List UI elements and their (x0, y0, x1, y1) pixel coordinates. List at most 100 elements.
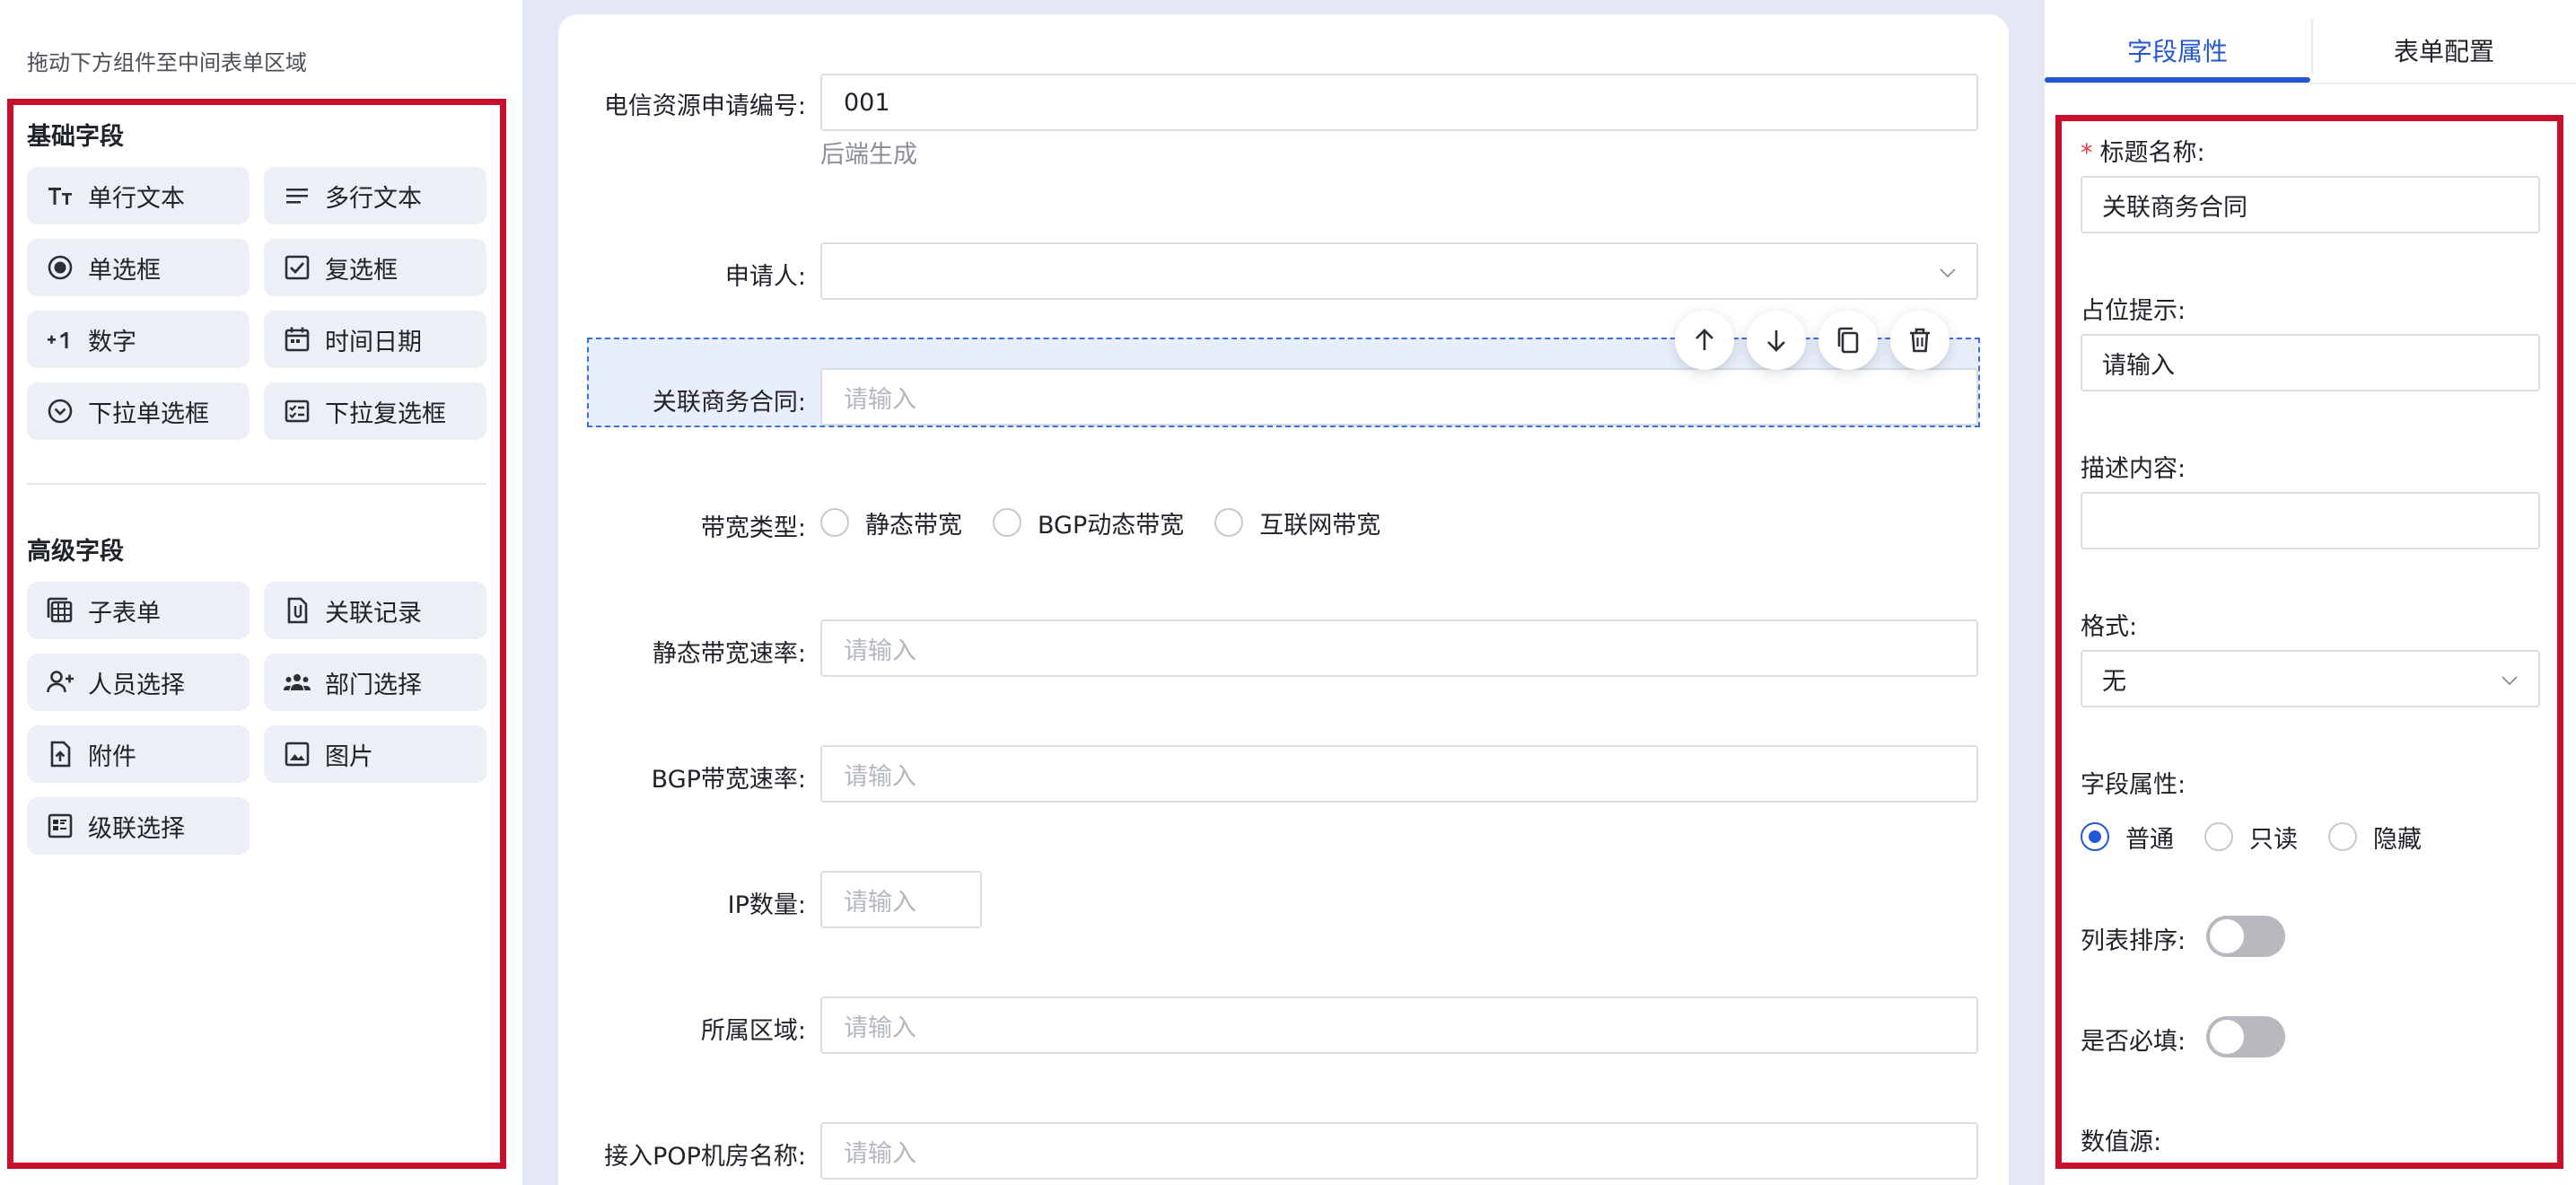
component-checkbox[interactable]: 复选框 (264, 239, 486, 296)
component-linked-record[interactable]: 关联记录 (264, 582, 486, 639)
bgp-rate-input[interactable]: 请输入 (820, 745, 1978, 803)
component-attachment[interactable]: 附件 (27, 725, 250, 783)
chevron-down-icon (1940, 268, 1956, 278)
radio-label: 互联网带宽 (1259, 511, 1381, 540)
component-label: 附件 (88, 742, 136, 771)
component-label: 部门选择 (325, 671, 422, 699)
placeholder-label: 占位提示: (2081, 297, 2186, 325)
region-input[interactable]: 请输入 (820, 996, 1978, 1054)
format-select[interactable]: 无 (2081, 650, 2540, 707)
component-number[interactable]: 数字 (27, 311, 250, 368)
arrow-up-icon (1695, 329, 1713, 350)
lines-icon (282, 180, 312, 211)
dropdown-icon (45, 396, 75, 426)
component-department-select[interactable]: 部门选择 (264, 654, 486, 711)
format-value: 无 (2102, 667, 2126, 696)
radio-circle (2328, 822, 2357, 851)
required-mark: * (2081, 139, 2093, 167)
tab-field-properties[interactable]: 字段属性 (2045, 16, 2310, 84)
pop-room-input[interactable]: 请输入 (820, 1122, 1978, 1180)
field-label-contract: 关联商务合同: (652, 389, 806, 417)
field-label-ip-count: IP数量: (727, 891, 806, 919)
radio-icon (45, 252, 75, 283)
component-label: 时间日期 (325, 328, 422, 356)
palette-divider (27, 483, 486, 485)
basic-section-title: 基础字段 (27, 123, 124, 151)
field-label-bgp-rate: BGP带宽速率: (651, 766, 806, 794)
component-label: 多行文本 (325, 184, 422, 213)
component-label: 数字 (88, 328, 136, 356)
radio-circle-selected (2081, 822, 2109, 851)
checkbox-icon (282, 252, 312, 283)
contract-input[interactable]: 请输入 (820, 368, 1978, 426)
component-multi-line-text[interactable]: 多行文本 (264, 167, 486, 224)
component-single-line-text[interactable]: 单行文本 (27, 167, 250, 224)
radio-circle (820, 508, 849, 537)
data-source-label: 数值源: (2081, 1128, 2162, 1156)
field-attribute-label: 字段属性: (2081, 771, 2186, 799)
description-input[interactable] (2081, 492, 2540, 549)
component-label: 关联记录 (325, 599, 422, 628)
radio-label: 只读 (2249, 825, 2298, 854)
radio-label: 静态带宽 (865, 511, 962, 540)
component-subform[interactable]: 子表单 (27, 582, 250, 639)
linked-record-icon (282, 595, 312, 626)
move-down-button[interactable] (1747, 311, 1806, 370)
app-no-helper: 后端生成 (820, 141, 917, 169)
description-label: 描述内容: (2081, 455, 2186, 483)
radio-option-hidden[interactable]: 隐藏 (2328, 820, 2422, 855)
required-toggle[interactable] (2206, 1016, 2285, 1058)
app-no-input[interactable]: 001 (820, 74, 1978, 131)
upload-file-icon (45, 739, 75, 769)
plus-one-icon (45, 324, 75, 355)
placeholder-input[interactable]: 请输入 (2081, 334, 2540, 391)
properties-highlight-box (2055, 115, 2563, 1169)
delete-icon (1910, 328, 1930, 353)
radio-circle (993, 508, 1021, 537)
radio-option-normal[interactable]: 普通 (2081, 820, 2174, 855)
component-dropdown-multi[interactable]: 下拉复选框 (264, 382, 486, 440)
static-rate-input[interactable]: 请输入 (820, 619, 1978, 677)
field-label-static-rate: 静态带宽速率: (652, 640, 806, 668)
advanced-section-title: 高级字段 (27, 538, 124, 566)
calendar-icon (282, 324, 312, 355)
active-tab-indicator (2045, 77, 2310, 83)
component-radio[interactable]: 单选框 (27, 239, 250, 296)
component-person-select[interactable]: 人员选择 (27, 654, 250, 711)
radio-option-readonly[interactable]: 只读 (2204, 820, 2298, 855)
applicant-select[interactable] (820, 242, 1978, 300)
title-name-input[interactable]: 关联商务合同 (2081, 176, 2540, 233)
radio-label: BGP动态带宽 (1038, 511, 1185, 540)
field-label-applicant: 申请人: (724, 263, 806, 291)
group-icon (282, 667, 312, 698)
text-size-icon (45, 180, 75, 211)
delete-field-button[interactable] (1890, 311, 1950, 370)
radio-circle (1214, 508, 1244, 537)
field-attribute-radio-group: 普通 只读 隐藏 (2081, 819, 2452, 855)
required-label: 是否必填: (2081, 1028, 2186, 1056)
tab-form-config[interactable]: 表单配置 (2312, 16, 2576, 84)
radio-option[interactable]: BGP动态带宽 (993, 505, 1184, 540)
ip-count-input[interactable]: 请输入 (820, 871, 982, 928)
field-label-region: 所属区域: (700, 1017, 806, 1045)
component-dropdown-single[interactable]: 下拉单选框 (27, 382, 250, 440)
component-image[interactable]: 图片 (264, 725, 486, 783)
arrow-down-icon (1767, 330, 1785, 352)
bandwidth-type-radio-group: 静态带宽 BGP动态带宽 互联网带宽 (820, 505, 1411, 540)
radio-circle (2204, 822, 2233, 851)
list-sort-toggle[interactable] (2206, 916, 2285, 957)
radio-option[interactable]: 静态带宽 (820, 505, 962, 540)
field-label-pop-room: 接入POP机房名称: (604, 1143, 806, 1171)
radio-option[interactable]: 互联网带宽 (1214, 505, 1380, 540)
component-label: 人员选择 (88, 671, 185, 699)
cascade-icon (45, 811, 75, 841)
component-datetime[interactable]: 时间日期 (264, 311, 486, 368)
format-label: 格式: (2081, 613, 2138, 641)
radio-label: 普通 (2125, 825, 2174, 854)
add-person-icon (45, 667, 75, 698)
move-up-button[interactable] (1675, 311, 1734, 370)
component-cascade-select[interactable]: 级联选择 (27, 797, 250, 855)
component-label: 图片 (325, 742, 373, 771)
palette-hint: 拖动下方组件至中间表单区域 (27, 50, 307, 75)
copy-field-button[interactable] (1818, 311, 1878, 370)
